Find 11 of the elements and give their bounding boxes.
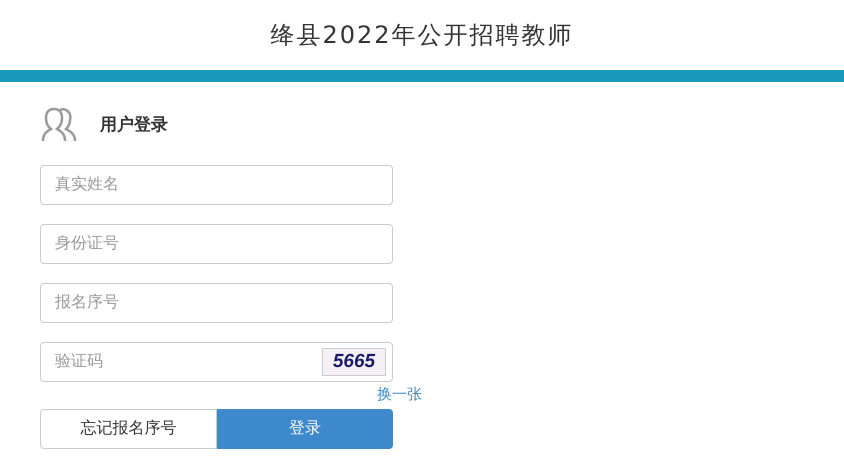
login-button[interactable]: 登录	[216, 408, 393, 448]
input-field[interactable]: 身份证号	[40, 224, 393, 264]
captcha-image[interactable]: 5665	[322, 348, 386, 376]
login-title: 用户登录	[100, 114, 168, 136]
page-title: 绛县2022年公开招聘教师	[270, 20, 574, 51]
input-field[interactable]: 真实姓名	[40, 165, 393, 205]
refresh-captcha-link[interactable]: 换一张	[377, 384, 422, 406]
input-field[interactable]: 报名序号	[40, 283, 393, 323]
forgot-number-button[interactable]: 忘记报名序号	[40, 408, 216, 448]
users-icon	[40, 107, 78, 143]
captcha-field[interactable]: 验证码 5665	[40, 342, 393, 382]
